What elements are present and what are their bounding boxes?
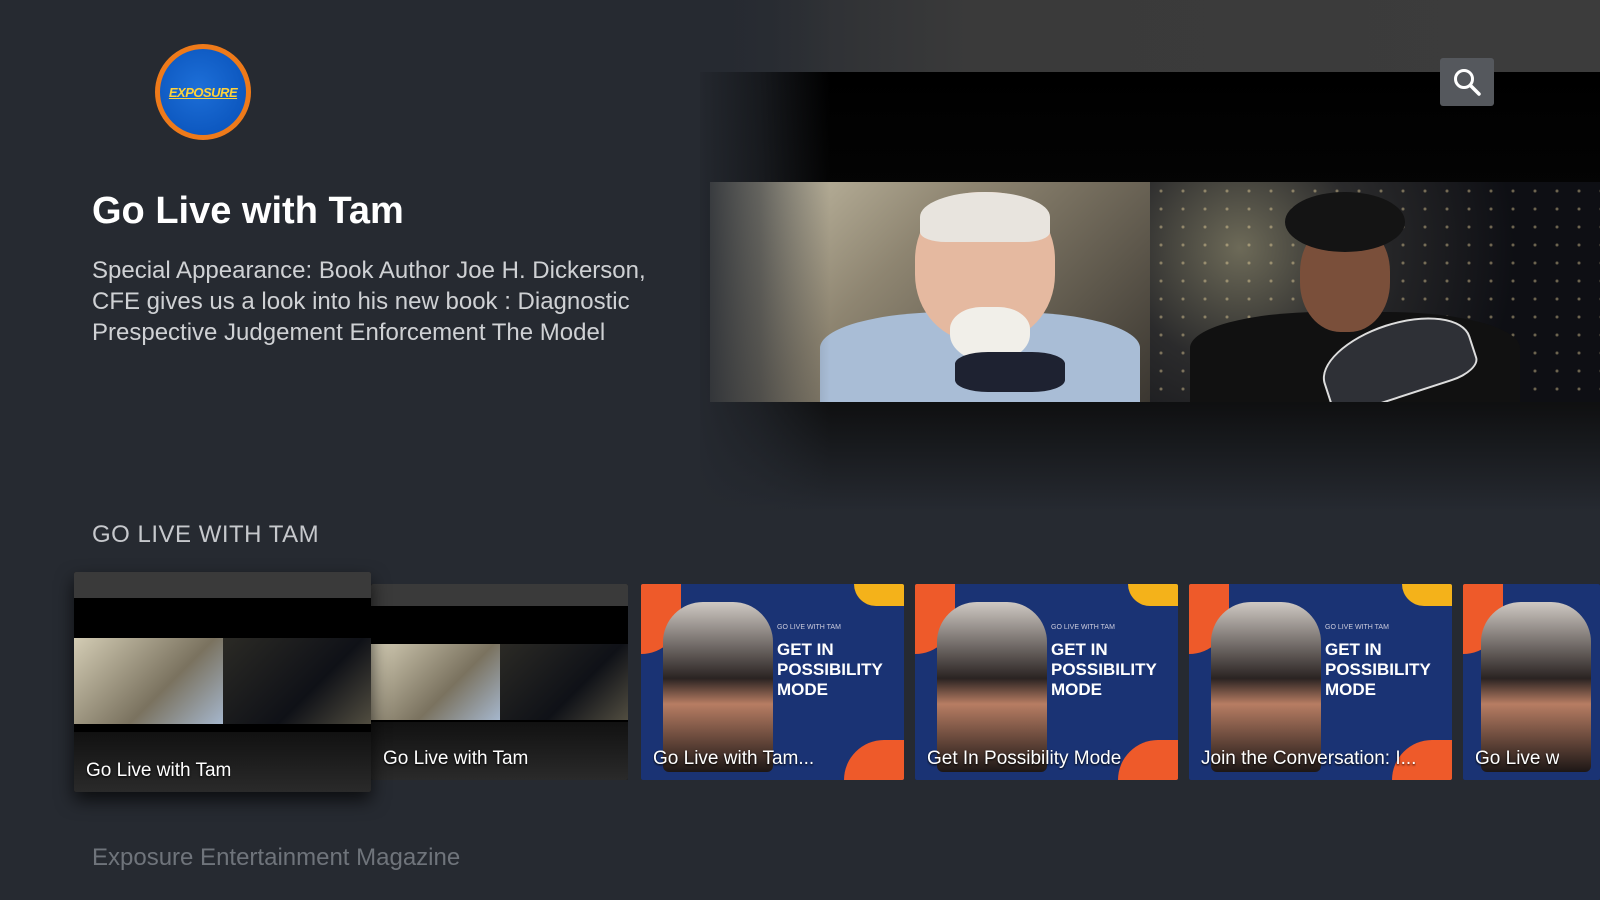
content-row: Go Live with Tam Go Live with Tam GO LIV… [74,572,1600,792]
promo-kicker: GO LIVE WITH TAM [1325,624,1389,631]
hero-description: Special Appearance: Book Author Joe H. D… [92,257,646,346]
card-title: Get In Possibility Mode [927,748,1122,769]
brand-logo[interactable]: EXPOSURE [155,44,251,140]
card-title: Join the Conversation: I... [1201,748,1417,769]
hero-fade [690,0,830,520]
hero-title: Go Live with Tam [92,190,404,232]
hero-preview-right-host [1150,182,1600,402]
card-title: Go Live w [1475,748,1560,769]
promo-headline: GET IN POSSIBILITY MODE [777,640,883,699]
row-title: GO LIVE WITH TAM [92,521,320,548]
content-card[interactable]: GO LIVE WITH TAM GET IN POSSIBILITY MODE… [641,584,904,780]
content-card-focused[interactable]: Go Live with Tam [74,572,371,792]
content-card[interactable]: GO LIVE WITH TAM GET IN POSSIBILITY MODE… [1189,584,1452,780]
promo-kicker: GO LIVE WITH TAM [777,624,841,631]
search-button[interactable] [1440,58,1494,106]
search-icon [1454,69,1481,96]
card-thumbnail [74,572,371,792]
brand-logo-text: EXPOSURE [168,84,238,100]
hero-preview-image [710,182,1600,402]
card-title: Go Live with Tam [383,748,529,769]
promo-kicker: GO LIVE WITH TAM [1051,624,1115,631]
card-title: Go Live with Tam [86,760,232,781]
content-card[interactable]: Go Live w [1463,584,1600,780]
card-title: Go Live with Tam... [653,748,815,769]
content-card[interactable]: GO LIVE WITH TAM GET IN POSSIBILITY MODE… [915,584,1178,780]
content-card[interactable]: Go Live with Tam [371,584,628,780]
promo-headline: GET IN POSSIBILITY MODE [1051,640,1157,699]
next-row-title: Exposure Entertainment Magazine [92,844,461,871]
promo-headline: GET IN POSSIBILITY MODE [1325,640,1431,699]
